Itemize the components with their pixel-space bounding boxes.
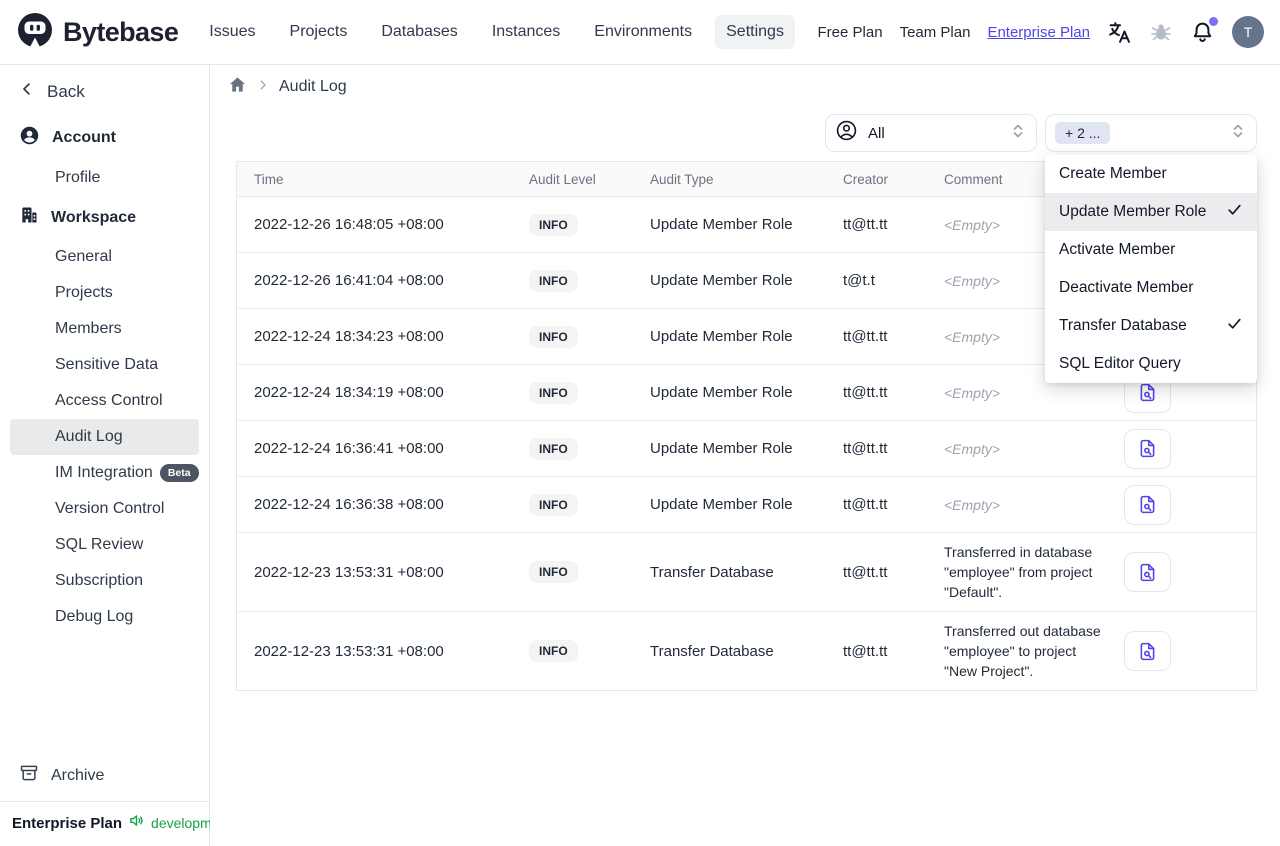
menu-item-update-member-role[interactable]: Update Member Role <box>1045 193 1257 231</box>
speaker-icon <box>128 812 145 834</box>
nav-environments[interactable]: Environments <box>583 15 703 49</box>
level-badge: INFO <box>529 213 578 236</box>
translate-icon[interactable] <box>1107 20 1132 45</box>
audit-log-page: Audit Log All + 2 ... Time Audit Level A… <box>210 65 1280 846</box>
back-label: Back <box>47 81 85 101</box>
free-plan-link[interactable]: Free Plan <box>818 24 883 41</box>
person-circle-icon <box>835 119 858 147</box>
workspace-section-label: Workspace <box>51 208 137 226</box>
settings-sidebar: Back Account Profile Workspace General P… <box>0 65 231 846</box>
sidebar-item-general[interactable]: General <box>10 239 199 275</box>
sidebar-nav: Account Profile Workspace General Projec… <box>0 112 209 752</box>
menu-item-create-member[interactable]: Create Member <box>1045 155 1257 193</box>
primary-nav: Issues Projects Databases Instances Envi… <box>198 15 795 49</box>
bug-icon[interactable] <box>1149 20 1173 44</box>
breadcrumb: Audit Log <box>228 75 347 99</box>
account-section-label: Account <box>52 129 116 146</box>
creator-filter-select[interactable]: All <box>825 114 1037 152</box>
sidebar-item-im-integration[interactable]: IM Integration Beta <box>10 455 199 491</box>
check-icon <box>1226 201 1243 223</box>
sidebar-item-audit-log[interactable]: Audit Log <box>10 419 199 455</box>
nav-projects[interactable]: Projects <box>279 15 359 49</box>
chevron-left-icon <box>18 80 36 103</box>
brand-name: Bytebase <box>63 16 179 47</box>
chevron-up-down-icon <box>1230 123 1246 144</box>
col-audit-type: Audit Type <box>650 171 714 187</box>
level-badge: INFO <box>529 493 578 516</box>
sidebar-item-sql-review[interactable]: SQL Review <box>10 527 199 563</box>
sidebar-item-version-control[interactable]: Version Control <box>10 491 199 527</box>
building-icon <box>19 205 39 230</box>
menu-item-activate-member[interactable]: Activate Member <box>1045 231 1257 269</box>
payload-detail-button[interactable] <box>1124 631 1171 671</box>
sidebar-item-subscription[interactable]: Subscription <box>10 563 199 599</box>
creator-filter-value: All <box>868 124 885 142</box>
sidebar-item-debug-log[interactable]: Debug Log <box>10 599 199 635</box>
user-circle-icon <box>19 125 40 151</box>
type-filter-value: + 2 ... <box>1055 122 1111 144</box>
level-badge: INFO <box>529 325 578 348</box>
menu-item-sql-editor-query[interactable]: SQL Editor Query <box>1045 345 1257 383</box>
sidebar-item-projects[interactable]: Projects <box>10 275 199 311</box>
nav-databases[interactable]: Databases <box>370 15 469 49</box>
chevron-up-down-icon <box>1010 123 1026 144</box>
notification-dot <box>1209 16 1218 26</box>
level-badge: INFO <box>529 437 578 460</box>
level-badge: INFO <box>529 381 578 404</box>
table-row: 2022-12-24 16:36:41 +08:00 INFO Update M… <box>237 420 1256 476</box>
plan-footer: Enterprise Plan development <box>0 801 231 846</box>
payload-detail-button[interactable] <box>1124 428 1171 469</box>
menu-item-transfer-database[interactable]: Transfer Database <box>1045 307 1257 345</box>
avatar[interactable]: T <box>1232 16 1264 48</box>
home-icon[interactable] <box>228 75 247 99</box>
level-badge: INFO <box>529 561 578 583</box>
back-button[interactable]: Back <box>0 65 209 112</box>
section-account: Account <box>0 116 209 160</box>
topnav-right: Free Plan Team Plan Enterprise Plan T <box>818 16 1264 48</box>
table-row: 2022-12-24 16:36:38 +08:00 INFO Update M… <box>237 476 1256 532</box>
enterprise-plan-link[interactable]: Enterprise Plan <box>987 24 1090 41</box>
sidebar-item-profile[interactable]: Profile <box>10 160 199 196</box>
sidebar-item-sensitive-data[interactable]: Sensitive Data <box>10 347 199 383</box>
sidebar-item-members[interactable]: Members <box>10 311 199 347</box>
current-plan-label: Enterprise Plan <box>12 814 123 832</box>
level-badge: INFO <box>529 640 578 662</box>
notifications-bell-icon[interactable] <box>1190 16 1218 45</box>
payload-detail-button[interactable] <box>1124 552 1171 592</box>
team-plan-link[interactable]: Team Plan <box>900 24 971 41</box>
payload-detail-button[interactable] <box>1124 484 1171 525</box>
beta-badge: Beta <box>159 464 199 482</box>
archive-button[interactable]: Archive <box>0 752 209 801</box>
section-workspace: Workspace <box>0 196 209 239</box>
archive-label: Archive <box>51 766 105 784</box>
nav-settings[interactable]: Settings <box>715 15 795 49</box>
filter-toolbar: All + 2 ... <box>825 114 1257 152</box>
archive-icon <box>19 763 39 788</box>
check-icon <box>1226 315 1243 337</box>
nav-instances[interactable]: Instances <box>481 15 571 49</box>
nav-issues[interactable]: Issues <box>198 15 266 49</box>
col-audit-level: Audit Level <box>529 171 596 187</box>
col-time: Time <box>254 171 284 187</box>
table-row: 2022-12-23 13:53:31 +08:00 INFO Transfer… <box>237 611 1256 690</box>
top-nav: Bytebase Issues Projects Databases Insta… <box>0 0 1280 65</box>
breadcrumb-current: Audit Log <box>279 78 347 95</box>
col-creator: Creator <box>843 171 889 187</box>
audit-type-filter-select[interactable]: + 2 ... <box>1045 114 1257 152</box>
table-row: 2022-12-23 13:53:31 +08:00 INFO Transfer… <box>237 532 1256 611</box>
menu-item-deactivate-member[interactable]: Deactivate Member <box>1045 269 1257 307</box>
level-badge: INFO <box>529 269 578 292</box>
chevron-right-icon <box>256 78 270 97</box>
audit-type-menu: Create Member Update Member Role Activat… <box>1045 155 1257 383</box>
bytebase-logo[interactable]: Bytebase <box>16 11 179 54</box>
sidebar-item-access-control[interactable]: Access Control <box>10 383 199 419</box>
bytebase-mascot-icon <box>16 11 54 54</box>
